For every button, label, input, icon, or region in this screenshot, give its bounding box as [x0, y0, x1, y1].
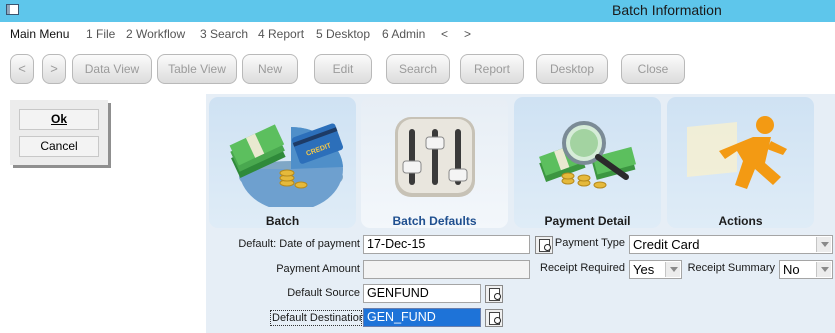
tile-payment-detail-label: Payment Detail — [544, 214, 631, 228]
default-destination-field[interactable]: GEN_FUND — [363, 308, 481, 327]
ok-button-label: Ok — [50, 112, 67, 126]
table-view-button[interactable]: Table View — [157, 54, 237, 84]
payment-type-select[interactable]: Credit Card — [629, 235, 833, 254]
edit-button[interactable]: Edit — [314, 54, 372, 84]
cancel-button[interactable]: Cancel — [19, 136, 99, 157]
receipt-summary-select[interactable]: No — [779, 260, 833, 279]
report-button[interactable]: Report — [460, 54, 524, 84]
mixer-sliders-icon — [395, 117, 475, 197]
new-button[interactable]: New — [242, 54, 298, 84]
tile-payment-detail[interactable]: Payment Detail — [514, 97, 661, 228]
menu-search[interactable]: 3 Search — [200, 27, 248, 41]
close-button[interactable]: Close — [621, 54, 685, 84]
tile-actions[interactable]: Actions — [667, 97, 814, 228]
default-destination-label: Default Destination — [270, 310, 365, 326]
menu-admin[interactable]: 6 Admin — [382, 27, 425, 41]
data-view-button[interactable]: Data View — [72, 54, 152, 84]
date-of-payment-label: Default: Date of payment — [238, 238, 360, 250]
payment-amount-field[interactable] — [363, 260, 530, 279]
ok-button[interactable]: Ok — [19, 109, 99, 130]
magnifier-money-icon — [539, 121, 637, 189]
menu-desktop[interactable]: 5 Desktop — [316, 27, 370, 41]
running-man-icon — [687, 116, 787, 189]
menu-bar: Main Menu 1 File 2 Workflow 3 Search 4 R… — [0, 22, 835, 46]
title-bar: Batch Information — [0, 0, 835, 22]
default-source-field[interactable]: GENFUND — [363, 284, 481, 303]
receipt-summary-value: No — [783, 262, 800, 277]
destination-lookup-icon[interactable] — [485, 309, 503, 327]
tile-batch[interactable]: CREDIT Batch — [209, 97, 356, 228]
forward-button[interactable]: > — [42, 54, 66, 84]
receipt-required-value: Yes — [633, 262, 655, 277]
date-of-payment-field[interactable]: 17-Dec-15 — [363, 235, 530, 254]
tile-actions-label: Actions — [718, 214, 763, 228]
default-source-label: Default Source — [287, 287, 360, 299]
window-title: Batch Information — [612, 2, 722, 18]
back-button[interactable]: < — [10, 54, 34, 84]
tile-batch-defaults-label: Batch Defaults — [392, 214, 477, 228]
payment-amount-label: Payment Amount — [276, 263, 360, 275]
tile-batch-defaults[interactable]: Batch Defaults — [361, 97, 508, 228]
left-panel: Ok Cancel — [0, 94, 206, 333]
chevron-down-icon[interactable] — [665, 262, 680, 277]
receipt-summary-label: Receipt Summary — [687, 262, 775, 274]
chevron-down-icon[interactable] — [816, 237, 831, 252]
batch-money-card-icon: CREDIT — [229, 123, 344, 211]
menu-back[interactable]: < — [441, 27, 448, 41]
payment-type-value: Credit Card — [633, 237, 700, 252]
source-lookup-icon[interactable] — [485, 285, 503, 303]
menu-forward[interactable]: > — [464, 27, 471, 41]
content-area: CREDIT Batch Batch Defaults Payment Deta… — [206, 94, 835, 333]
menu-main-menu[interactable]: Main Menu — [10, 27, 69, 41]
toolbar: < > Data View Table View New Edit Search… — [0, 46, 835, 94]
search-button[interactable]: Search — [386, 54, 450, 84]
dialog-button-group: Ok Cancel — [10, 100, 108, 165]
chevron-down-icon[interactable] — [816, 262, 831, 277]
tile-batch-label: Batch — [265, 214, 300, 228]
menu-file[interactable]: 1 File — [86, 27, 115, 41]
menu-report[interactable]: 4 Report — [258, 27, 304, 41]
receipt-required-label: Receipt Required — [540, 262, 625, 274]
payment-type-label: Payment Type — [554, 237, 625, 249]
menu-workflow[interactable]: 2 Workflow — [126, 27, 185, 41]
receipt-required-select[interactable]: Yes — [629, 260, 682, 279]
desktop-button[interactable]: Desktop — [536, 54, 608, 84]
